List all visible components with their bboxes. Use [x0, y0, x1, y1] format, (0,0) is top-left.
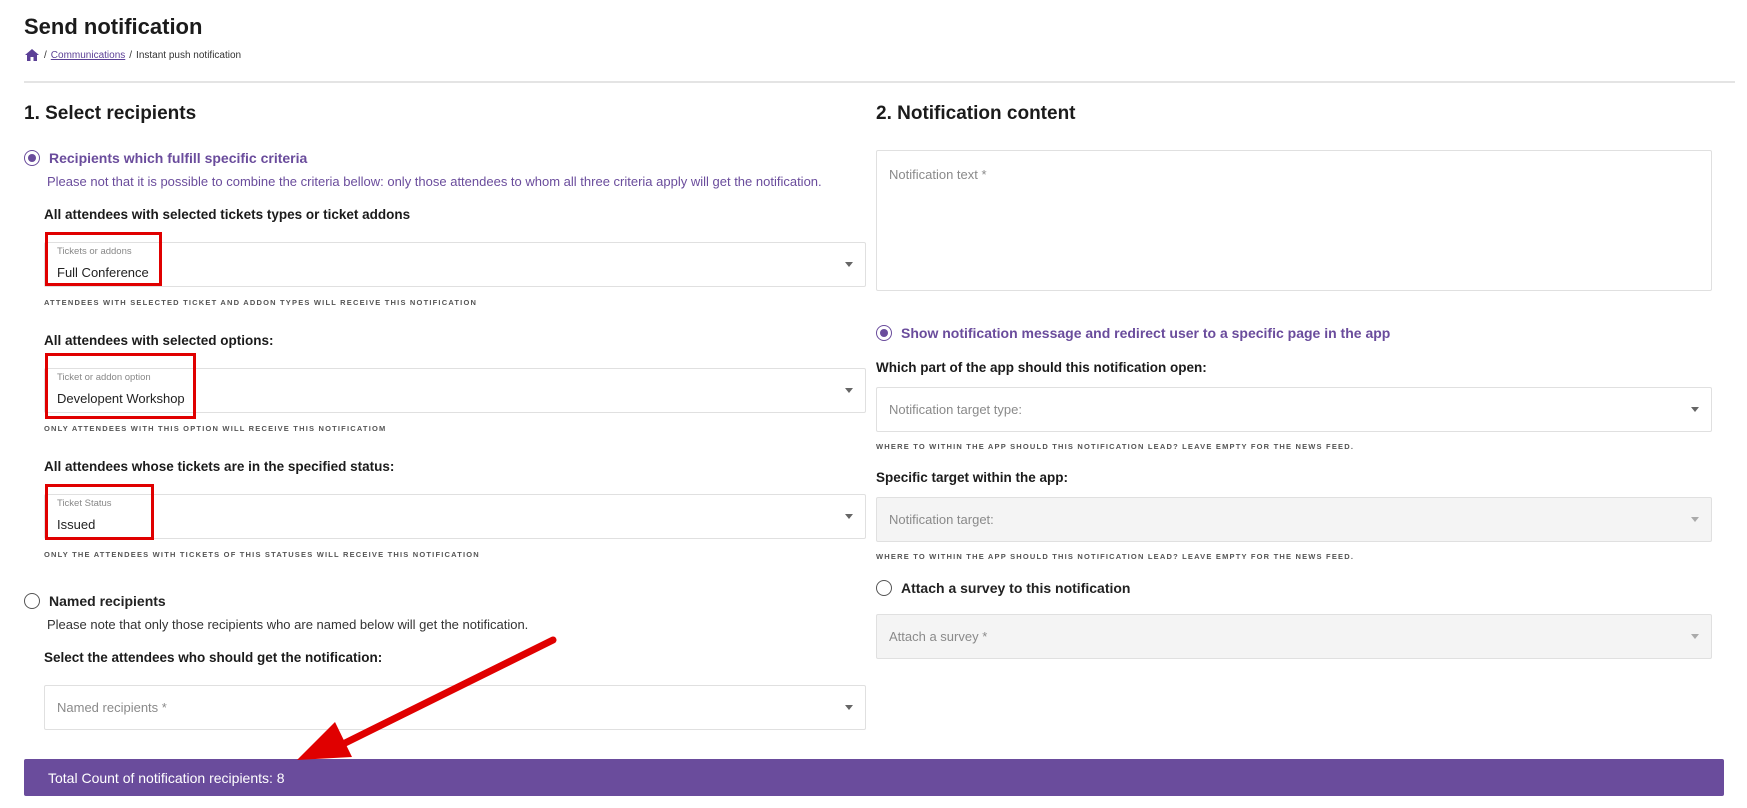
target-type-hint: Where to within the app should this noti… [876, 442, 1355, 451]
named-select-label: Select the attendees who should get the … [44, 650, 383, 665]
chevron-down-icon[interactable] [845, 388, 853, 393]
notification-text-field[interactable]: Notification text * [876, 150, 1712, 291]
breadcrumb-current: Instant push notification [136, 49, 242, 61]
target-label: Specific target within the app: [876, 470, 1069, 485]
breadcrumb-separator: / [44, 49, 47, 61]
target-type-label: Which part of the app should this notifi… [876, 360, 1207, 375]
named-recipients-placeholder: Named recipients * [57, 700, 167, 715]
named-description: Please note that only those recipients w… [47, 617, 529, 632]
status-hint: Only the attendees with tickets of this … [44, 550, 480, 559]
select-recipients-title: 1. Select recipients [24, 103, 197, 124]
survey-select[interactable]: Attach a survey * [876, 614, 1712, 659]
chevron-down-icon[interactable] [845, 514, 853, 519]
tickets-hint: Attendees with selected ticket and addon… [44, 298, 478, 307]
redirect-radio[interactable] [876, 325, 892, 341]
breadcrumb-link-communications[interactable]: Communications [51, 50, 125, 61]
status-label: All attendees whose tickets are in the s… [44, 459, 395, 474]
redirect-radio-label: Show notification message and redirect u… [901, 325, 1391, 341]
tickets-label: All attendees with selected tickets type… [44, 207, 411, 222]
total-recipients-bar: Total Count of notification recipients: … [24, 759, 1724, 796]
target-select[interactable]: Notification target: [876, 497, 1712, 542]
total-recipients-text: Total Count of notification recipients: … [48, 769, 285, 786]
chevron-down-icon [1691, 634, 1699, 639]
named-recipients-select[interactable]: Named recipients * [44, 685, 866, 730]
notification-content-title: 2. Notification content [876, 103, 1076, 124]
home-icon[interactable] [24, 48, 40, 62]
tickets-select[interactable]: Tickets or addons Full Conference [44, 242, 866, 287]
criteria-description: Please not that it is possible to combin… [47, 174, 822, 189]
options-hint: Only attendees with this option will rec… [44, 424, 387, 433]
target-hint: Where to within the app should this noti… [876, 552, 1355, 561]
criteria-radio[interactable] [24, 150, 40, 166]
chevron-down-icon [1691, 517, 1699, 522]
options-field-label: Ticket or addon option [57, 372, 151, 383]
status-field-label: Ticket Status [57, 498, 112, 509]
header-divider [24, 81, 1735, 83]
chevron-down-icon[interactable] [845, 705, 853, 710]
chevron-down-icon[interactable] [845, 262, 853, 267]
redirect-radio-option[interactable]: Show notification message and redirect u… [876, 325, 1390, 341]
criteria-radio-label: Recipients which fulfill specific criter… [49, 150, 308, 166]
named-radio[interactable] [24, 593, 40, 609]
named-radio-option[interactable]: Named recipients [24, 593, 166, 609]
status-value: Issued [57, 517, 96, 532]
target-type-select[interactable]: Notification target type: [876, 387, 1712, 432]
tickets-field-label: Tickets or addons [57, 246, 132, 257]
options-label: All attendees with selected options: [44, 333, 274, 348]
notification-text-placeholder: Notification text * [889, 167, 987, 182]
options-value: Developent Workshop [57, 391, 185, 406]
criteria-radio-option[interactable]: Recipients which fulfill specific criter… [24, 150, 307, 166]
target-placeholder: Notification target: [889, 512, 994, 527]
survey-placeholder: Attach a survey * [889, 629, 988, 644]
status-select[interactable]: Ticket Status Issued [44, 494, 866, 539]
page-title: Send notification [24, 14, 203, 39]
survey-radio[interactable] [876, 580, 892, 596]
breadcrumb-separator: / [129, 49, 133, 61]
named-radio-label: Named recipients [49, 593, 166, 609]
tickets-value: Full Conference [57, 265, 149, 280]
breadcrumb: / Communications / Instant push notifica… [24, 48, 241, 62]
target-type-placeholder: Notification target type: [889, 402, 1022, 417]
options-select[interactable]: Ticket or addon option Developent Worksh… [44, 368, 866, 413]
chevron-down-icon[interactable] [1691, 407, 1699, 412]
survey-radio-label: Attach a survey to this notification [901, 580, 1131, 596]
survey-radio-option[interactable]: Attach a survey to this notification [876, 580, 1130, 596]
